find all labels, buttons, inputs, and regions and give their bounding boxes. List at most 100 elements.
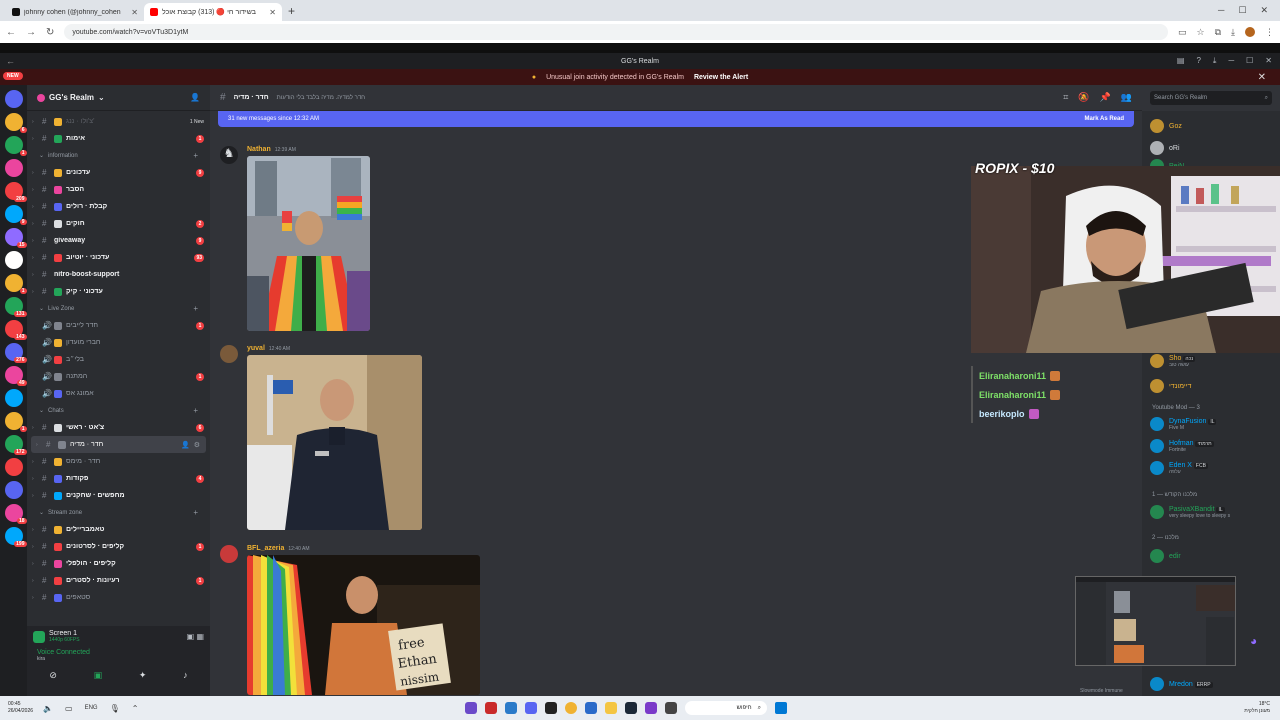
help-icon[interactable]: ?: [1196, 56, 1200, 66]
category-header[interactable]: ⌄ Chats +: [27, 402, 210, 419]
member-item[interactable]: דיימונדי: [1150, 379, 1191, 393]
discord-app-icon[interactable]: [525, 702, 537, 714]
server-icon[interactable]: 143: [4, 320, 27, 340]
soundboard-icon[interactable]: ♪: [183, 670, 188, 681]
add-channel-icon[interactable]: +: [193, 151, 198, 160]
text-channel[interactable]: › # nitro-boost-support: [27, 266, 210, 283]
text-channel[interactable]: › # עדכונים 9: [27, 164, 210, 181]
server-icon[interactable]: 199: [4, 527, 27, 547]
browser-tab-active[interactable]: בשידור חי 🔴 (313) קבוצת אוכל ✕: [144, 3, 282, 21]
add-member-icon[interactable]: 👤: [190, 93, 200, 102]
channel-topic[interactable]: חדר למדיה. מדיה בלבד בלי הודעות: [277, 95, 365, 101]
profile-icon[interactable]: [1245, 26, 1255, 37]
text-channel[interactable]: › # סטאפים: [27, 589, 210, 606]
text-channel[interactable]: › # אימות 1: [27, 130, 210, 147]
extensions-icon[interactable]: ⧉: [1215, 27, 1221, 38]
voice-channel[interactable]: 🔊 אמונג אס: [27, 385, 210, 402]
server-icon[interactable]: 6: [4, 113, 27, 133]
server-icon[interactable]: 1: [4, 136, 27, 156]
message-image[interactable]: [247, 156, 370, 331]
member-item[interactable]: PasivaXBandit IL very sleepy love to slee…: [1150, 505, 1230, 519]
member-item[interactable]: Hofman תרמתי Fortnite: [1150, 439, 1214, 453]
guild-header[interactable]: GG's Realm ⌄ 👤: [27, 85, 210, 111]
message-image[interactable]: free Ethan nissim: [247, 555, 480, 695]
close-icon[interactable]: ✕: [1258, 72, 1266, 83]
language-indicator[interactable]: ENG: [85, 705, 98, 711]
message-author[interactable]: Nathan: [247, 146, 271, 153]
folder-icon[interactable]: [605, 702, 617, 714]
text-channel[interactable]: › # הסבר: [27, 181, 210, 198]
add-channel-icon[interactable]: +: [193, 406, 198, 415]
text-channel[interactable]: › # חוקים 2: [27, 215, 210, 232]
member-item[interactable]: Goz: [1150, 119, 1182, 133]
taskbar-search[interactable]: חיפוש ⌕: [685, 701, 767, 715]
server-icon[interactable]: 1: [4, 412, 27, 432]
app-icon[interactable]: [665, 702, 677, 714]
picture-in-picture-preview[interactable]: [1075, 576, 1236, 666]
back-icon[interactable]: ←: [6, 27, 16, 38]
server-icon[interactable]: 18: [4, 504, 27, 524]
member-item[interactable]: Eden X FCB עלפה: [1150, 461, 1208, 475]
chevron-up-icon[interactable]: ⌃: [132, 704, 139, 713]
menu-icon[interactable]: ⋮: [1265, 27, 1274, 38]
server-icon[interactable]: [4, 251, 23, 269]
avatar[interactable]: [220, 545, 238, 563]
text-channel[interactable]: › # קבלת · רולים: [27, 198, 210, 215]
reload-icon[interactable]: ↻: [46, 27, 54, 38]
text-channel[interactable]: › # פקודות 4: [27, 470, 210, 487]
cast-icon[interactable]: ▭: [1178, 27, 1187, 38]
download-icon[interactable]: ⤓: [1213, 56, 1217, 66]
member-item[interactable]: Sho נכה עושה טוב: [1150, 354, 1196, 368]
server-icon[interactable]: [4, 90, 23, 108]
text-channel[interactable]: › # צ'ולו · ננג' 1 New: [27, 113, 210, 130]
text-channel[interactable]: › # מחפשים · שחקנים: [27, 487, 210, 504]
server-icon[interactable]: [4, 389, 23, 407]
app-icon[interactable]: [585, 702, 597, 714]
text-channel[interactable]: › # חדר · מימס: [27, 453, 210, 470]
text-channel[interactable]: › # צ'אט · ראשי 6: [27, 419, 210, 436]
camera-icon[interactable]: ⊘: [49, 670, 57, 681]
search-input[interactable]: Search GG's Realm ⌕: [1150, 91, 1272, 105]
add-channel-icon[interactable]: +: [193, 304, 198, 313]
close-tab-icon[interactable]: ✕: [269, 8, 276, 17]
add-channel-icon[interactable]: +: [193, 508, 198, 517]
close-tab-icon[interactable]: ✕: [131, 8, 138, 17]
maximize-icon[interactable]: ☐: [1246, 56, 1253, 66]
gear-icon[interactable]: ⚙: [194, 441, 200, 449]
mic-icon[interactable]: 🎙: [110, 704, 120, 713]
server-icon[interactable]: 172: [4, 435, 27, 455]
server-icon[interactable]: [4, 159, 23, 177]
app-icon[interactable]: [645, 702, 657, 714]
display-icon[interactable]: ▭: [65, 704, 73, 713]
app-icon[interactable]: [545, 702, 557, 714]
download-icon[interactable]: ⤓: [1231, 27, 1235, 38]
message-image[interactable]: [247, 355, 422, 530]
screen-share-row[interactable]: Screen 1 1440p 60FPS ▣ ▦: [27, 626, 210, 647]
avatar[interactable]: ♞: [220, 146, 238, 164]
app-icon[interactable]: [465, 702, 477, 714]
server-icon[interactable]: 15: [4, 228, 27, 248]
voice-channel[interactable]: 🔊 בלי״ב: [27, 351, 210, 368]
text-channel[interactable]: › # טאמבריילים: [27, 521, 210, 538]
browser-tab[interactable]: johnny cohen (@johnny_cohen ✕: [6, 3, 144, 21]
server-icon[interactable]: 49: [4, 366, 27, 386]
inbox-icon[interactable]: ▤: [1177, 56, 1185, 66]
windows-start-icon[interactable]: [775, 702, 787, 714]
minimize-icon[interactable]: ─: [1218, 5, 1224, 16]
voice-status[interactable]: Voice Connected kira: [27, 647, 210, 664]
text-channel[interactable]: › # חדר · מדיה 👤 ⚙: [31, 436, 206, 453]
app-icon[interactable]: [505, 702, 517, 714]
app-icon[interactable]: [485, 702, 497, 714]
url-field[interactable]: youtube.com/watch?v=voVTu3D1ytM: [64, 24, 1168, 40]
review-alert-button[interactable]: Review the Alert: [694, 74, 748, 81]
threads-icon[interactable]: ⌗: [1063, 92, 1068, 103]
member-item[interactable]: Mredon ERRP: [1150, 677, 1213, 691]
minimize-icon[interactable]: ─: [1228, 56, 1234, 66]
server-icon[interactable]: 209: [4, 182, 27, 202]
mark-as-read-button[interactable]: Mark As Read: [1085, 116, 1124, 122]
voice-channel[interactable]: 🔊 המתנה 1: [27, 368, 210, 385]
avatar[interactable]: [220, 345, 238, 363]
nitro-icon[interactable]: ◕: [1250, 634, 1268, 648]
text-channel[interactable]: › # רעיונות · לסטרים 1: [27, 572, 210, 589]
pinned-icon[interactable]: 📌: [1100, 92, 1111, 103]
